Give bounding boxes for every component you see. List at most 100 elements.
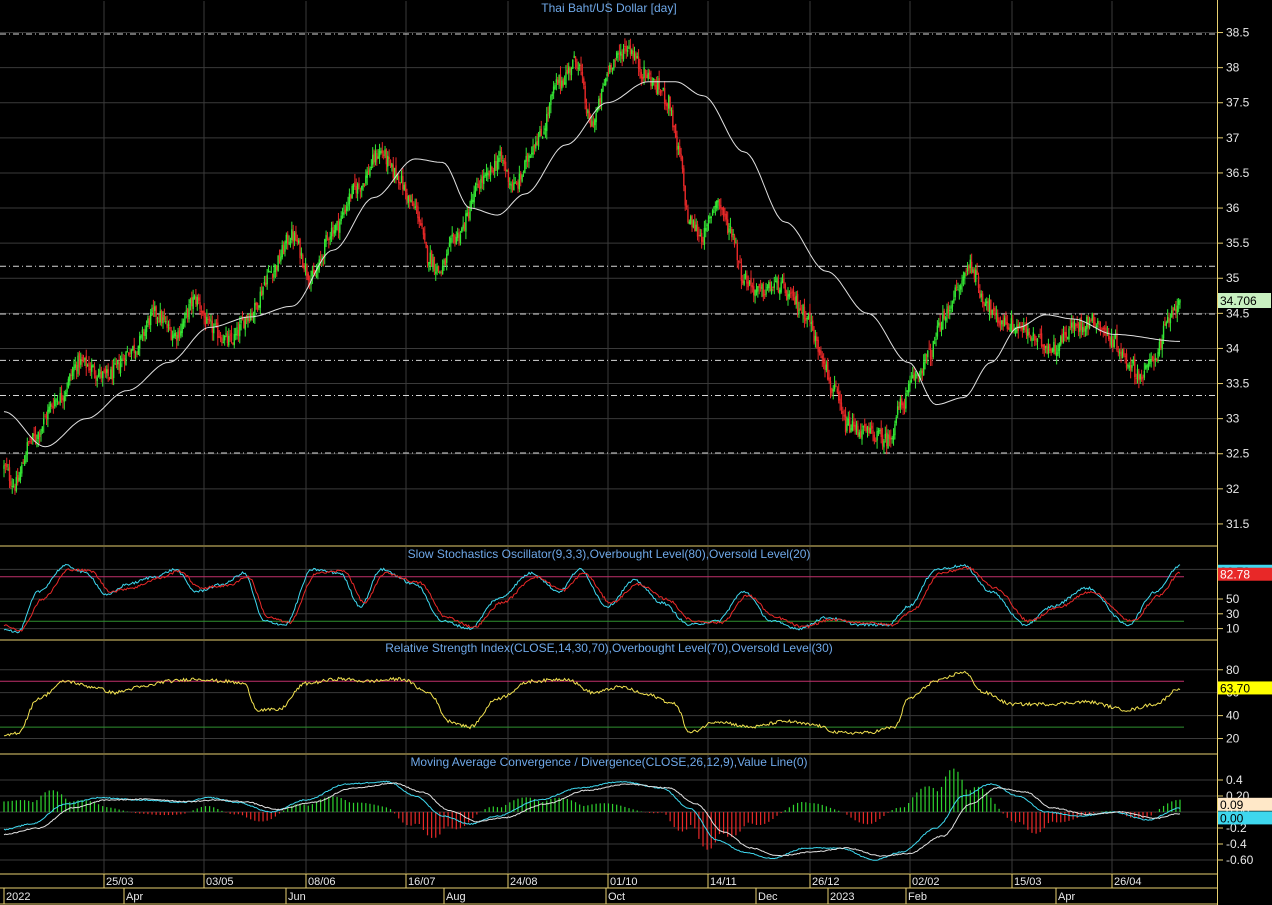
candle-body <box>884 433 887 439</box>
candle-body <box>961 280 963 285</box>
candle-body <box>1075 324 1077 327</box>
candle-body <box>91 365 93 372</box>
candle-body <box>293 232 296 241</box>
candle-body <box>955 286 958 288</box>
candle-body <box>144 329 146 336</box>
value-badge-text: 0.00 <box>1220 811 1244 825</box>
candle-body <box>774 281 777 283</box>
candle-body <box>802 304 804 316</box>
candle-body <box>810 322 813 324</box>
candle-body <box>670 110 673 112</box>
candle-body <box>1016 325 1018 333</box>
y-tick-label: 38.5 <box>1226 26 1250 40</box>
candle-body <box>241 318 244 321</box>
candle-body <box>883 440 885 448</box>
candle-body <box>1065 332 1067 338</box>
candle-body <box>950 306 952 309</box>
candle-body <box>64 392 67 395</box>
candle-body <box>872 430 874 434</box>
candle-body <box>861 429 863 440</box>
candle-body <box>132 345 134 350</box>
candle-body <box>385 149 388 165</box>
candle-body <box>467 212 470 219</box>
candle-body <box>946 308 948 316</box>
candle-body <box>843 414 845 417</box>
candle-body <box>600 89 603 103</box>
candle-body <box>958 290 961 292</box>
candle-body <box>748 280 751 285</box>
candle-body <box>742 279 744 284</box>
candle-body <box>848 417 851 433</box>
candle-body <box>55 399 57 401</box>
candle-body <box>96 377 98 381</box>
candle-body <box>870 425 873 429</box>
candle-body <box>890 437 892 440</box>
candle-body <box>888 435 891 439</box>
candle-body <box>409 195 411 202</box>
candle-body <box>448 242 451 247</box>
candle-body <box>705 227 707 231</box>
candle-body <box>603 84 606 86</box>
candle-body <box>99 369 101 374</box>
x-tick-label: 14/11 <box>710 876 737 888</box>
candle-body <box>88 362 90 371</box>
candle-body <box>801 312 803 314</box>
candle-body <box>1136 369 1139 379</box>
candle-body <box>573 55 575 59</box>
candle-body <box>22 462 24 464</box>
candle-body <box>584 85 586 104</box>
oscillator-series-line <box>3 782 1181 857</box>
candle-body <box>754 290 756 297</box>
macd-lines <box>3 780 1181 861</box>
y-tick-label: 20 <box>1226 732 1240 746</box>
candle-body <box>1175 309 1177 312</box>
candle-body <box>743 280 745 285</box>
candle-body <box>228 335 230 346</box>
candle-body <box>170 330 172 340</box>
candle-body <box>513 182 515 191</box>
candle-body <box>273 270 275 277</box>
candle-body <box>689 216 692 224</box>
candle-body <box>370 167 373 169</box>
candle-body <box>1176 305 1178 314</box>
candle-body <box>382 154 385 157</box>
candle-body <box>750 278 752 286</box>
candle-body <box>208 318 211 322</box>
y-tick-label: 32.5 <box>1226 447 1250 461</box>
candle-body <box>356 183 359 194</box>
candle-body <box>875 440 877 442</box>
candle-body <box>265 282 267 286</box>
candle-body <box>252 314 255 318</box>
candle-body <box>980 293 982 298</box>
candle-body <box>1169 318 1172 324</box>
candle-body <box>195 296 197 304</box>
candle-body <box>1014 330 1017 332</box>
candle-body <box>718 199 721 206</box>
candle-body <box>58 402 60 404</box>
candle-body <box>1147 363 1150 368</box>
candle-body <box>1073 321 1076 330</box>
candle-body <box>488 170 490 177</box>
candle-body <box>237 329 240 336</box>
candle-body <box>478 186 481 190</box>
candle-body <box>821 355 823 359</box>
candle-body <box>635 53 637 60</box>
candle-body <box>193 295 196 299</box>
candle-body <box>676 135 678 151</box>
candle-body <box>769 282 771 292</box>
candle-body <box>928 348 930 350</box>
candle-body <box>842 410 844 414</box>
candle-body <box>753 286 755 296</box>
candle-body <box>1003 317 1006 326</box>
candle-body <box>957 289 959 291</box>
candle-body <box>155 306 157 317</box>
candle-body <box>1139 374 1141 380</box>
candle-body <box>1162 325 1165 339</box>
candle-body <box>1007 327 1010 330</box>
candle-body <box>1002 319 1004 327</box>
candle-body <box>1064 331 1066 335</box>
candle-body <box>614 60 617 62</box>
x-period-label: Oct <box>608 891 625 903</box>
candle-body <box>499 151 501 156</box>
candle-body <box>23 460 26 466</box>
